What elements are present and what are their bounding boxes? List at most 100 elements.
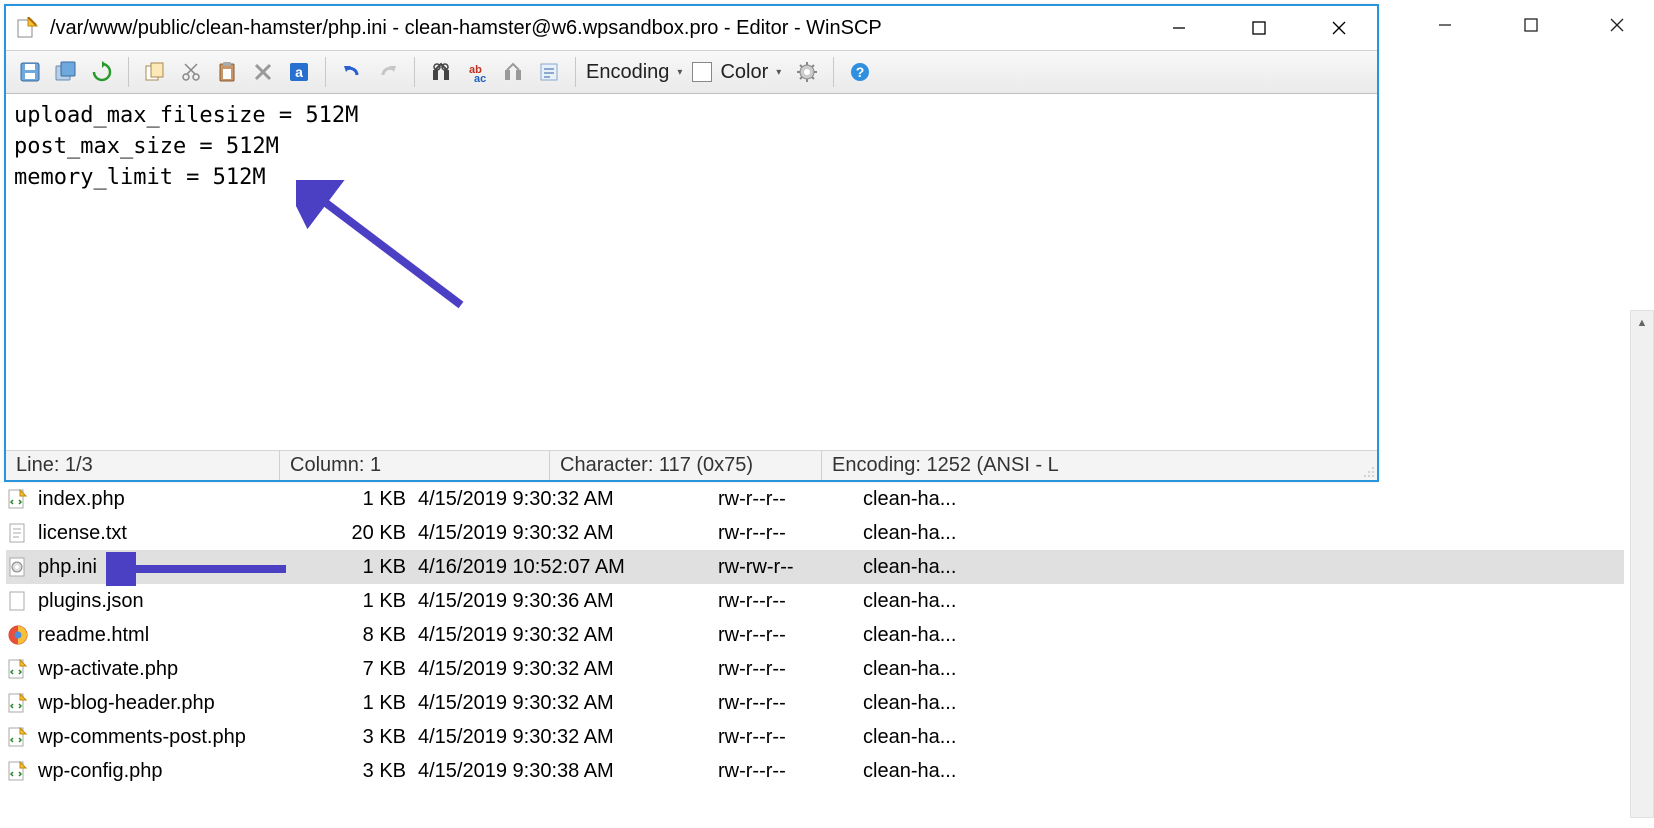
editor-statusbar: Line: 1/3 Column: 1 Character: 117 (0x75… (6, 450, 1377, 480)
file-permissions: rw-r--r-- (718, 522, 863, 545)
editor-close-button[interactable] (1315, 8, 1363, 48)
file-name: index.php (38, 488, 338, 511)
parent-maximize-button[interactable] (1506, 5, 1556, 45)
encoding-dropdown-label: Encoding (586, 61, 673, 84)
color-dropdown-label: Color (720, 61, 772, 84)
save-all-button[interactable] (50, 56, 82, 88)
file-name: license.txt (38, 522, 338, 545)
paste-button[interactable] (211, 56, 243, 88)
file-date: 4/15/2019 9:30:32 AM (418, 624, 718, 647)
file-permissions: rw-r--r-- (718, 692, 863, 715)
scroll-up-icon[interactable]: ▲ (1631, 311, 1653, 335)
file-name: readme.html (38, 624, 338, 647)
file-row[interactable]: index.php1 KB4/15/2019 9:30:32 AMrw-r--r… (6, 482, 1624, 516)
color-swatch[interactable] (692, 62, 712, 82)
file-icon (6, 487, 30, 511)
copy-button[interactable] (139, 56, 171, 88)
svg-text:ac: ac (474, 73, 486, 83)
file-list: index.php1 KB4/15/2019 9:30:32 AMrw-r--r… (6, 482, 1624, 788)
file-size: 8 KB (338, 624, 418, 647)
file-date: 4/16/2019 10:52:07 AM (418, 556, 718, 579)
status-line: Line: 1/3 (6, 451, 280, 480)
redo-button[interactable] (372, 56, 404, 88)
parent-scrollbar[interactable]: ▲ (1630, 310, 1654, 818)
file-icon (6, 725, 30, 749)
status-character: Character: 117 (0x75) (550, 451, 822, 480)
resize-grip[interactable] (1361, 451, 1377, 480)
save-button[interactable] (14, 56, 46, 88)
file-owner: clean-ha... (863, 590, 1023, 613)
file-row[interactable]: wp-comments-post.php3 KB4/15/2019 9:30:3… (6, 720, 1624, 754)
replace-button[interactable]: abac (461, 56, 493, 88)
editor-title: /var/www/public/clean-hamster/php.ini - … (50, 17, 1155, 40)
preferences-button[interactable] (791, 56, 823, 88)
svg-text:a: a (295, 64, 303, 80)
file-row[interactable]: wp-blog-header.php1 KB4/15/2019 9:30:32 … (6, 686, 1624, 720)
file-owner: clean-ha... (863, 522, 1023, 545)
file-owner: clean-ha... (863, 658, 1023, 681)
file-size: 1 KB (338, 488, 418, 511)
file-permissions: rw-r--r-- (718, 760, 863, 783)
file-icon (6, 691, 30, 715)
file-date: 4/15/2019 9:30:38 AM (418, 760, 718, 783)
file-row[interactable]: wp-config.php3 KB4/15/2019 9:30:38 AMrw-… (6, 754, 1624, 788)
editor-textarea[interactable]: upload_max_filesize = 512M post_max_size… (6, 94, 1377, 450)
file-size: 20 KB (338, 522, 418, 545)
file-row[interactable]: plugins.json1 KB4/15/2019 9:30:36 AMrw-r… (6, 584, 1624, 618)
help-button[interactable]: ? (844, 56, 876, 88)
file-name: wp-blog-header.php (38, 692, 338, 715)
reload-button[interactable] (86, 56, 118, 88)
file-icon (6, 657, 30, 681)
file-date: 4/15/2019 9:30:32 AM (418, 488, 718, 511)
goto-button[interactable] (533, 56, 565, 88)
file-size: 1 KB (338, 556, 418, 579)
file-name: plugins.json (38, 590, 338, 613)
file-size: 1 KB (338, 692, 418, 715)
file-permissions: rw-r--r-- (718, 624, 863, 647)
file-size: 3 KB (338, 726, 418, 749)
file-size: 1 KB (338, 590, 418, 613)
file-owner: clean-ha... (863, 556, 1023, 579)
editor-toolbar: a abac Encoding ▾ Color ▾ ? (6, 50, 1377, 94)
status-encoding: Encoding: 1252 (ANSI - L (822, 451, 1361, 480)
encoding-dropdown[interactable]: ▾ (677, 67, 682, 78)
color-dropdown[interactable]: ▾ (776, 67, 781, 78)
file-icon (6, 623, 30, 647)
file-permissions: rw-rw-r-- (718, 556, 863, 579)
file-name: wp-config.php (38, 760, 338, 783)
file-date: 4/15/2019 9:30:32 AM (418, 522, 718, 545)
file-date: 4/15/2019 9:30:32 AM (418, 726, 718, 749)
file-size: 3 KB (338, 760, 418, 783)
find-next-button[interactable] (497, 56, 529, 88)
editor-minimize-button[interactable] (1155, 8, 1203, 48)
editor-window: /var/www/public/clean-hamster/php.ini - … (4, 4, 1379, 482)
file-date: 4/15/2019 9:30:32 AM (418, 658, 718, 681)
file-row[interactable]: license.txt20 KB4/15/2019 9:30:32 AMrw-r… (6, 516, 1624, 550)
file-owner: clean-ha... (863, 488, 1023, 511)
file-owner: clean-ha... (863, 624, 1023, 647)
find-button[interactable] (425, 56, 457, 88)
file-permissions: rw-r--r-- (718, 590, 863, 613)
parent-close-button[interactable] (1592, 5, 1642, 45)
delete-button[interactable] (247, 56, 279, 88)
cut-button[interactable] (175, 56, 207, 88)
file-owner: clean-ha... (863, 692, 1023, 715)
svg-text:?: ? (856, 64, 865, 80)
file-owner: clean-ha... (863, 760, 1023, 783)
parent-minimize-button[interactable] (1420, 5, 1470, 45)
file-row[interactable]: readme.html8 KB4/15/2019 9:30:32 AMrw-r-… (6, 618, 1624, 652)
file-permissions: rw-r--r-- (718, 658, 863, 681)
editor-maximize-button[interactable] (1235, 8, 1283, 48)
file-row[interactable]: php.ini1 KB4/16/2019 10:52:07 AMrw-rw-r-… (6, 550, 1624, 584)
undo-button[interactable] (336, 56, 368, 88)
status-column: Column: 1 (280, 451, 550, 480)
file-date: 4/15/2019 9:30:36 AM (418, 590, 718, 613)
file-permissions: rw-r--r-- (718, 726, 863, 749)
file-name: wp-activate.php (38, 658, 338, 681)
file-row[interactable]: wp-activate.php7 KB4/15/2019 9:30:32 AMr… (6, 652, 1624, 686)
file-icon (6, 759, 30, 783)
file-name: php.ini (38, 556, 338, 579)
editor-app-icon (14, 15, 40, 41)
select-all-button[interactable]: a (283, 56, 315, 88)
editor-titlebar[interactable]: /var/www/public/clean-hamster/php.ini - … (6, 6, 1377, 50)
